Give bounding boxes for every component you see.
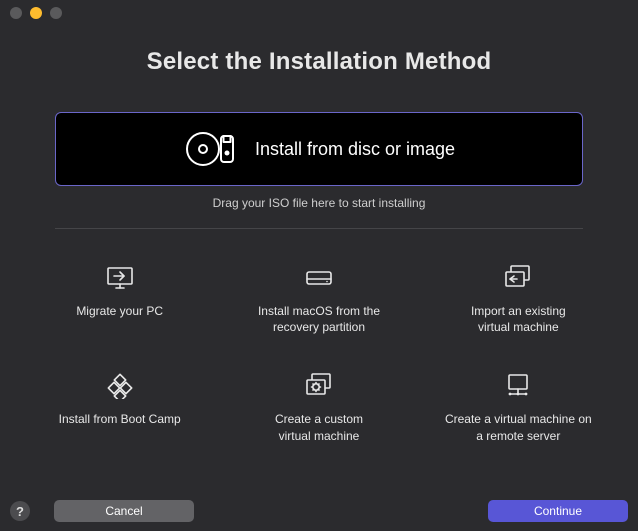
titlebar (0, 0, 638, 26)
import-vm-icon (502, 263, 534, 293)
option-label: Create a virtual machine ona remote serv… (445, 411, 592, 443)
option-migrate-pc[interactable]: Migrate your PC (20, 263, 219, 335)
help-button[interactable]: ? (10, 501, 30, 521)
option-create-vm-remote-server[interactable]: Create a virtual machine ona remote serv… (419, 371, 618, 443)
install-options-grid: Migrate your PC Install macOS from there… (20, 263, 618, 444)
option-label: Install from Boot Camp (59, 411, 181, 427)
page-title: Select the Installation Method (0, 48, 638, 76)
cancel-button[interactable]: Cancel (54, 500, 194, 522)
minimize-window-icon[interactable] (30, 7, 42, 19)
option-create-custom-vm[interactable]: Create a customvirtual machine (219, 371, 418, 443)
custom-vm-icon (303, 371, 335, 401)
option-install-macos-recovery[interactable]: Install macOS from therecovery partition (219, 263, 418, 335)
remote-server-icon (504, 371, 532, 401)
bootcamp-icon (106, 371, 134, 401)
install-from-disc-dropzone[interactable]: Install from disc or image (55, 112, 583, 186)
footer: ? Cancel Continue (0, 500, 638, 522)
dropzone-label: Install from disc or image (255, 139, 455, 160)
close-window-icon[interactable] (10, 7, 22, 19)
hard-drive-icon (304, 263, 334, 293)
option-label: Import an existingvirtual machine (471, 303, 566, 335)
dropzone-caption: Drag your ISO file here to start install… (0, 196, 638, 210)
divider (55, 228, 583, 229)
option-import-vm[interactable]: Import an existingvirtual machine (419, 263, 618, 335)
disc-usb-icon (183, 129, 239, 169)
option-label: Create a customvirtual machine (275, 411, 363, 443)
option-label: Install macOS from therecovery partition (258, 303, 380, 335)
migrate-pc-icon (105, 263, 135, 293)
continue-button[interactable]: Continue (488, 500, 628, 522)
option-install-from-bootcamp[interactable]: Install from Boot Camp (20, 371, 219, 443)
maximize-window-icon[interactable] (50, 7, 62, 19)
option-label: Migrate your PC (76, 303, 163, 319)
